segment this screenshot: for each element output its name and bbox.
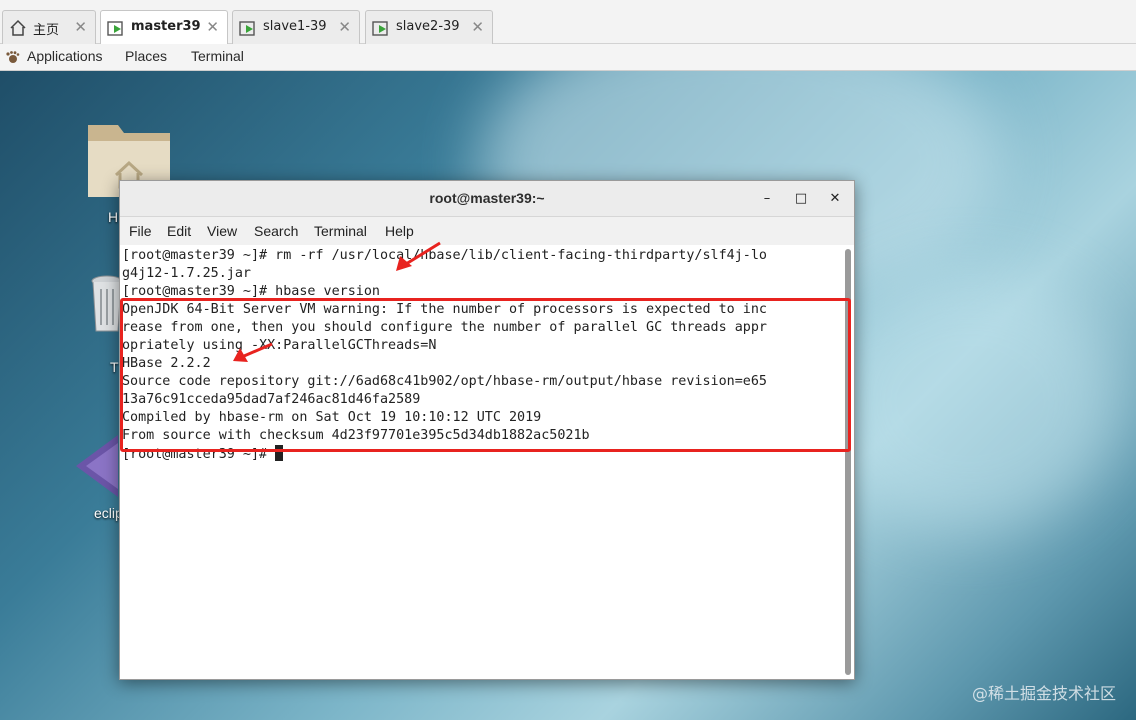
vm-tab-slave1[interactable]: slave1-39 ✕ <box>232 10 360 44</box>
gnome-foot-icon <box>6 51 20 63</box>
annotation-highlight-box <box>120 298 851 452</box>
wallpaper-glow <box>820 271 1120 531</box>
vm-running-icon <box>372 21 388 36</box>
eclipse-icon[interactable] <box>72 433 122 499</box>
menu-edit[interactable]: Edit <box>167 223 191 239</box>
menu-help[interactable]: Help <box>385 223 414 239</box>
vm-tab-label: slave2-39 <box>396 19 460 34</box>
window-title: root@master39:~ <box>429 190 545 206</box>
close-icon[interactable]: ✕ <box>206 18 219 36</box>
vm-tab-slave2[interactable]: slave2-39 ✕ <box>365 10 493 44</box>
terminal-menu-bar: File Edit View Search Terminal Help <box>120 217 854 245</box>
minimize-button[interactable]: – <box>756 188 778 210</box>
menu-terminal[interactable]: Terminal <box>314 223 367 239</box>
vm-tab-strip: 主页 ✕ master39 ✕ slave1-39 ✕ slave2-39 ✕ <box>0 0 1136 45</box>
close-icon[interactable]: ✕ <box>471 18 484 36</box>
terminal-app-menu[interactable]: Terminal <box>191 48 244 64</box>
maximize-button[interactable]: □ <box>790 188 812 210</box>
applications-menu[interactable]: Applications <box>27 48 103 64</box>
places-menu[interactable]: Places <box>125 48 167 64</box>
menu-search[interactable]: Search <box>254 223 298 239</box>
vm-tab-label: slave1-39 <box>263 19 327 34</box>
gnome-top-bar: Applications Places Terminal <box>0 44 1136 71</box>
window-title-bar[interactable]: root@master39:~ – □ ✕ <box>120 181 854 217</box>
desktop-icon-label: H <box>108 209 119 225</box>
close-icon[interactable]: ✕ <box>74 18 87 36</box>
close-icon[interactable]: ✕ <box>338 18 351 36</box>
vm-tab-label: master39 <box>131 19 201 34</box>
menu-view[interactable]: View <box>207 223 237 239</box>
terminal-line: g4j12-1.7.25.jar <box>122 266 251 281</box>
menu-file[interactable]: File <box>129 223 152 239</box>
vm-tab-master39[interactable]: master39 ✕ <box>100 10 228 45</box>
vm-running-icon <box>107 21 123 36</box>
vm-tab-home[interactable]: 主页 ✕ <box>2 10 96 44</box>
vm-running-icon <box>239 21 255 36</box>
desktop-icon-label: T <box>110 359 119 375</box>
home-icon <box>10 19 26 36</box>
watermark: @稀土掘金技术社区 <box>971 684 1116 703</box>
close-button[interactable]: ✕ <box>824 188 846 210</box>
vm-tab-label: 主页 <box>33 23 60 38</box>
terminal-line: [root@master39 ~]# rm -rf /usr/local/hba… <box>122 248 767 263</box>
